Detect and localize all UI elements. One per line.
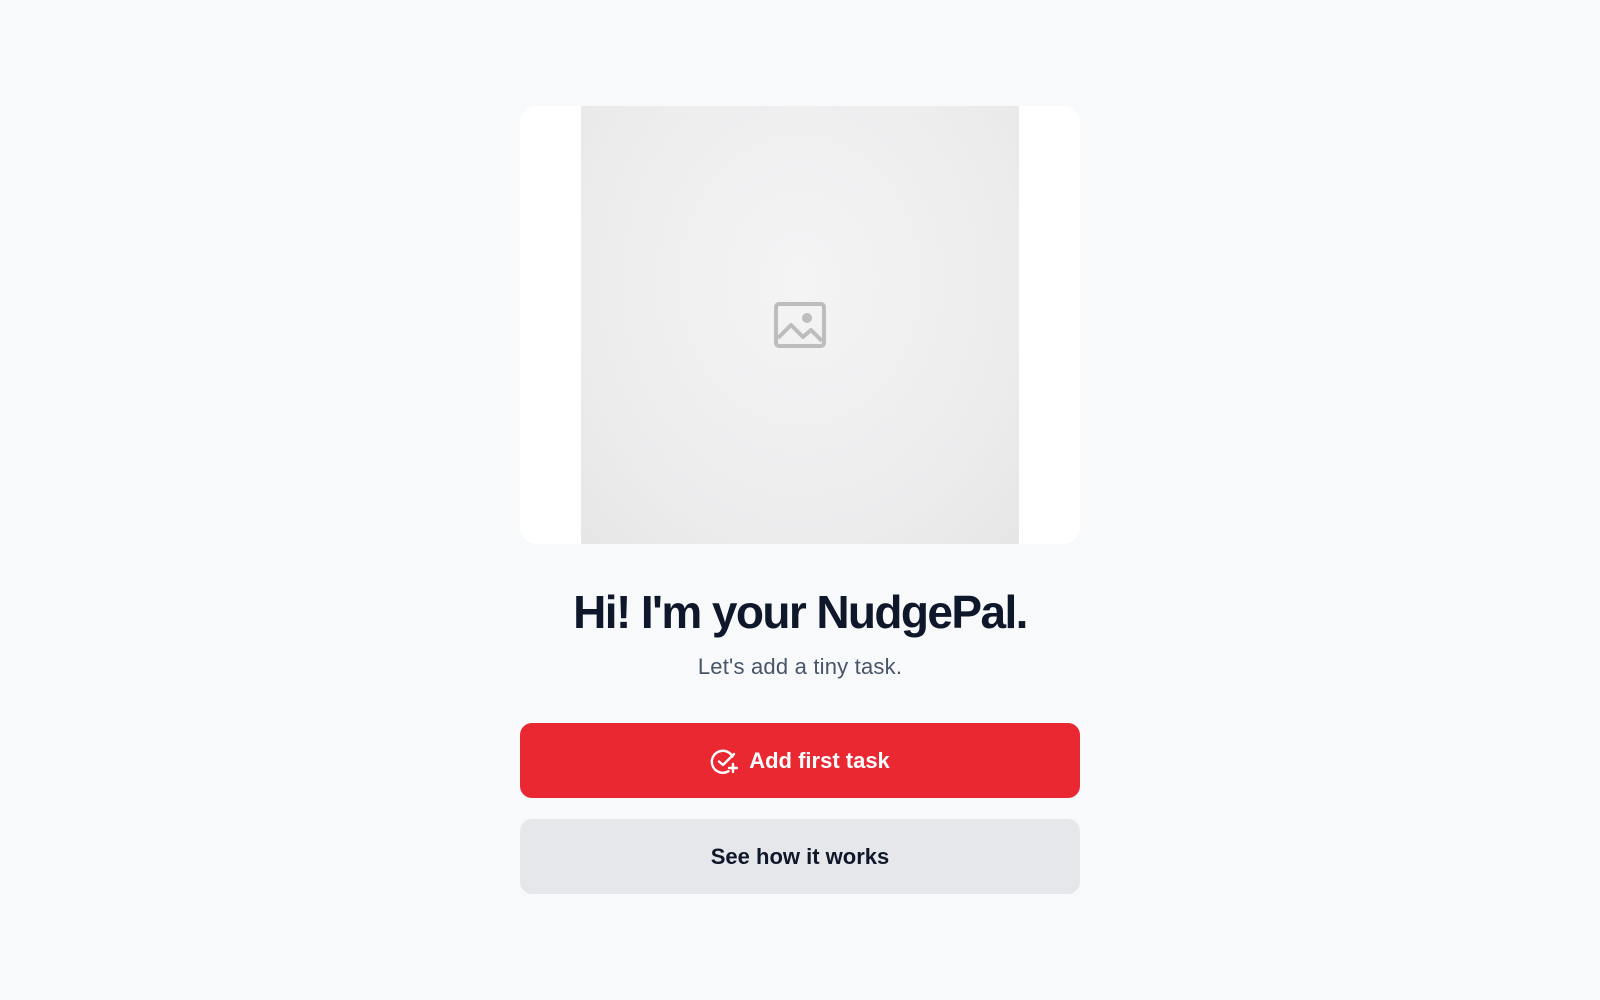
image-placeholder-icon [774, 302, 826, 348]
welcome-headline: Hi! I'm your NudgePal. [573, 586, 1028, 638]
see-how-it-works-label: See how it works [710, 843, 890, 869]
illustration-placeholder [581, 106, 1019, 544]
add-first-task-label: Add first task [749, 747, 890, 773]
see-how-it-works-button[interactable]: See how it works [520, 819, 1080, 895]
add-first-task-button[interactable]: Add first task [520, 723, 1080, 799]
onboarding-panel: Hi! I'm your NudgePal. Let's add a tiny … [520, 106, 1080, 895]
welcome-subtitle: Let's add a tiny task. [697, 653, 903, 679]
illustration-card [520, 106, 1080, 544]
check-circle-plus-icon [710, 749, 739, 774]
